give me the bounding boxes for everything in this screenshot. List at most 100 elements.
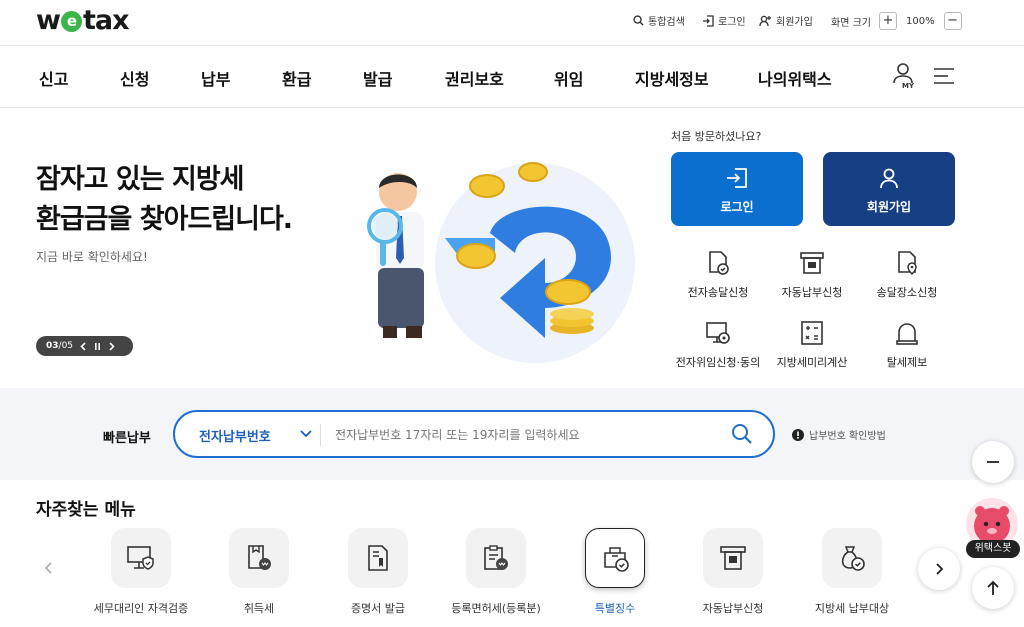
box-check-icon [604, 547, 629, 572]
nav-item-issue[interactable]: 발급 [363, 66, 392, 90]
chevron-down-icon[interactable] [299, 424, 313, 444]
hero-section: 잠자고 있는 지방세 환급금을 찾아드립니다. 지금 바로 확인하세요! 03/… [0, 108, 1024, 388]
main-nav: 신고 신청 납부 환급 발급 권리보호 위임 지방세정보 나의위택스 MY [0, 46, 1024, 108]
service-label: 지방세미리계산 [776, 356, 848, 369]
favorite-tax-agent-verification[interactable]: 세무대리인 자격검증 [81, 528, 201, 616]
next-slide-icon[interactable] [108, 341, 115, 351]
nav-item-apply[interactable]: 신청 [120, 66, 149, 90]
favorite-label: 취득세 [243, 602, 275, 615]
favorite-icon-box [348, 528, 408, 588]
top-bar: w e tax 통합검색 로그인 회원가입 화면 크기 + 100% − [0, 0, 1024, 46]
divider [320, 424, 321, 446]
login-icon [703, 14, 714, 27]
first-visit-label: 처음 방문하셨나요? [671, 130, 762, 143]
nav-item-local-tax-info[interactable]: 지방세정보 [635, 66, 709, 90]
service-calculator[interactable]: 지방세미리계산 [757, 320, 867, 370]
calculator-icon [801, 321, 823, 345]
service-label: 자동납부신청 [781, 286, 843, 299]
favorite-acquisition-tax[interactable]: 취득세 [199, 528, 319, 616]
hero-title-line1: 잠자고 있는 지방세 [36, 164, 245, 195]
nav-item-refund[interactable]: 환급 [282, 66, 311, 90]
hero-subtitle: 지금 바로 확인하세요! [36, 250, 148, 264]
hero-title: 잠자고 있는 지방세 환급금을 찾아드립니다. [36, 160, 293, 240]
service-label: 탈세제보 [886, 356, 928, 369]
service-delivery-place[interactable]: 송달장소신청 [852, 250, 962, 300]
all-menu-button[interactable] [934, 67, 954, 89]
payment-number-input[interactable] [335, 421, 715, 449]
favorite-label: 증명서 발급 [350, 602, 406, 615]
search-icon [633, 15, 644, 26]
monitor-shield-icon [127, 546, 154, 570]
service-label: 전자송달신청 [687, 286, 749, 299]
money-bag-icon [841, 546, 865, 571]
favorite-icon-box [229, 528, 289, 588]
zoom-out-floating-button[interactable] [972, 441, 1014, 483]
pause-icon[interactable] [94, 342, 101, 351]
quick-pay-box: 전자납부번호 [173, 410, 775, 458]
howto-label: 납부번호 확인방법 [809, 431, 886, 442]
login-icon [727, 168, 747, 188]
nav-item-rights[interactable]: 권리보호 [445, 66, 504, 90]
payment-number-type-select[interactable]: 전자납부번호 [199, 426, 271, 445]
favorite-label: 세무대리인 자격검증 [93, 602, 189, 615]
search-icon[interactable] [731, 423, 753, 445]
alarm-bell-icon [896, 323, 918, 345]
zoom-level: 100% [905, 15, 935, 27]
favorite-special-collection[interactable]: 특별징수 [555, 528, 675, 616]
payment-number-help-link[interactable]: 납부번호 확인방법 [792, 427, 886, 442]
favorite-registration-license-tax[interactable]: 등록면허세(등록분) [436, 528, 556, 616]
favorite-icon-box [111, 528, 171, 588]
chevron-left-icon [44, 562, 52, 574]
zoom-in-button[interactable]: + [878, 12, 897, 30]
signup-button-label: 회원가입 [866, 200, 912, 214]
scroll-to-top-button[interactable] [972, 567, 1014, 609]
nav-item-payment[interactable]: 납부 [201, 66, 230, 90]
minus-icon [987, 461, 999, 463]
favorites-next-button[interactable] [918, 548, 960, 590]
auto-payment-icon [720, 546, 746, 570]
my-page-button[interactable]: MY [890, 62, 916, 92]
login-button[interactable]: 로그인 [671, 152, 803, 226]
add-user-icon [759, 15, 771, 26]
zoom-out-button[interactable]: − [943, 12, 962, 30]
service-label: 전자위임신청·동의 [675, 356, 761, 369]
hamburger-menu-icon [934, 68, 954, 84]
favorite-label: 자동납부신청 [702, 602, 764, 615]
hero-title-line2: 환급금을 찾아드립니다. [36, 204, 293, 235]
my-label: MY [902, 82, 915, 90]
prev-slide-icon[interactable] [80, 341, 87, 351]
slide-pager: 03/05 [36, 336, 133, 356]
login-label: 로그인 [718, 17, 746, 28]
signup-button[interactable]: 회원가입 [823, 152, 955, 226]
user-icon [880, 168, 898, 189]
quick-pay-section: 빠른납부 전자납부번호 납부번호 확인방법 [0, 388, 1024, 480]
service-tax-evasion-report[interactable]: 탈세제보 [852, 320, 962, 370]
unified-search-label: 통합검색 [648, 17, 685, 28]
nav-item-report[interactable]: 신고 [39, 66, 68, 90]
favorite-auto-payment[interactable]: 자동납부신청 [673, 528, 793, 616]
refund-illustration [367, 162, 635, 363]
login-link[interactable]: 로그인 [702, 13, 746, 28]
nav-item-delegation[interactable]: 위임 [554, 66, 583, 90]
certificate-icon [368, 545, 388, 571]
favorite-icon-box [703, 528, 763, 588]
favorite-certificate-issue[interactable]: 증명서 발급 [318, 528, 438, 616]
unified-search-link[interactable]: 통합검색 [633, 13, 685, 28]
screen-size-label: 화면 크기 [831, 17, 871, 29]
nav-item-my-wetax[interactable]: 나의위택스 [758, 66, 832, 90]
chatbot-button[interactable]: 위택스봇 [962, 498, 1022, 562]
service-auto-payment[interactable]: 자동납부신청 [757, 250, 867, 300]
chevron-right-icon [936, 563, 944, 575]
wetax-logo[interactable]: w e tax [36, 5, 129, 36]
arrow-up-icon [987, 580, 999, 595]
delivery-place-icon [898, 251, 917, 276]
favorites-prev-button[interactable] [43, 560, 55, 580]
e-delivery-icon [709, 251, 729, 275]
favorite-label: 특별징수 [594, 602, 636, 615]
favorite-icon-box [585, 528, 645, 588]
favorite-icon-box [466, 528, 526, 588]
favorite-icon-box [822, 528, 882, 588]
favorite-local-tax-payment-target[interactable]: 지방세 납부대상 [792, 528, 912, 616]
user-icon [893, 63, 913, 84]
signup-link[interactable]: 회원가입 [759, 13, 813, 28]
